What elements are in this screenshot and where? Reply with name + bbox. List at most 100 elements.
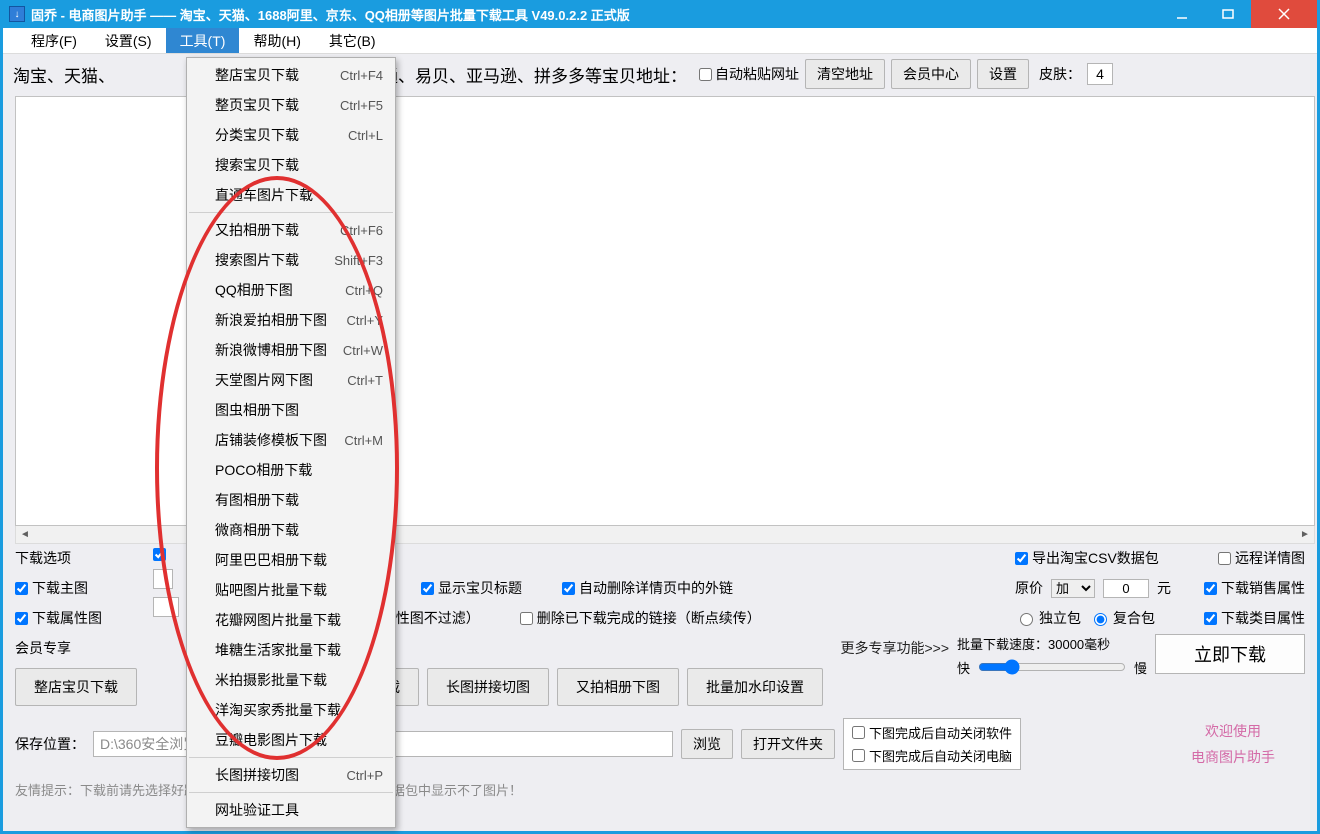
dropdown-item[interactable]: 微商相册下载 (187, 515, 395, 545)
dropdown-item[interactable]: QQ相册下图Ctrl+Q (187, 275, 395, 305)
dropdown-item[interactable]: 豆瓣电影图片下载 (187, 725, 395, 755)
download-sale-attr-checkbox[interactable]: 下载销售属性 (1204, 578, 1305, 598)
download-main-image-checkbox[interactable]: 下载主图 (15, 578, 145, 598)
dropdown-item[interactable]: 新浪微博相册下图Ctrl+W (187, 335, 395, 365)
whole-shop-download-button[interactable]: 整店宝贝下载 (15, 668, 137, 706)
dropdown-item[interactable]: 堆糖生活家批量下载 (187, 635, 395, 665)
dropdown-item-label: 米拍摄影批量下载 (215, 670, 327, 690)
dropdown-item-label: 整页宝贝下载 (215, 95, 299, 115)
dropdown-item[interactable]: 天堂图片网下图Ctrl+T (187, 365, 395, 395)
dropdown-item[interactable]: 店铺装修模板下图Ctrl+M (187, 425, 395, 455)
color-swatch-1[interactable] (153, 569, 173, 589)
dropdown-item-label: 搜索宝贝下载 (215, 155, 299, 175)
minimize-button[interactable] (1159, 0, 1205, 28)
dropdown-item-label: 长图拼接切图 (215, 765, 299, 785)
speed-label: 批量下载速度：30000毫秒 (957, 634, 1147, 653)
dropdown-item[interactable]: 搜索图片下载Shift+F3 (187, 245, 395, 275)
dropdown-item-shortcut: Ctrl+W (329, 343, 383, 358)
member-header: 会员专享 (15, 638, 71, 658)
more-member-link[interactable]: 更多专享功能>>> (840, 638, 949, 658)
youpai-album-button[interactable]: 又拍相册下图 (557, 668, 679, 706)
dropdown-separator (189, 757, 393, 758)
mini-input-1[interactable] (153, 597, 179, 617)
auto-close-panel: 下图完成后自动关闭软件 下图完成后自动关闭电脑 (843, 718, 1021, 770)
dropdown-item-label: 网址验证工具 (215, 800, 299, 820)
dropdown-item[interactable]: 直通车图片下载 (187, 180, 395, 210)
menu-program[interactable]: 程序(F) (17, 28, 91, 53)
dropdown-item[interactable]: 米拍摄影批量下载 (187, 665, 395, 695)
dropdown-item[interactable]: 又拍相册下载 Ctrl+F6 (187, 215, 395, 245)
dropdown-item[interactable]: 贴吧图片批量下载 (187, 575, 395, 605)
dropdown-item-shortcut: Ctrl+M (330, 433, 383, 448)
speed-slider[interactable] (978, 659, 1126, 675)
browse-button[interactable]: 浏览 (681, 729, 733, 759)
price-unit: 元 (1157, 578, 1171, 598)
toolbar-caption-left: 淘宝、天猫、 (13, 62, 115, 87)
dropdown-separator (189, 212, 393, 213)
auto-close-pc-checkbox[interactable]: 下图完成后自动关闭电脑 (852, 746, 1012, 765)
dropdown-item-shortcut: Ctrl+Y (333, 313, 383, 328)
dropdown-item[interactable]: 搜索宝贝下载 (187, 150, 395, 180)
window-controls (1159, 0, 1317, 28)
dropdown-item[interactable]: 整店宝贝下载Ctrl+F4 (187, 60, 395, 90)
dropdown-item-label: 堆糖生活家批量下载 (215, 640, 341, 660)
settings-button[interactable]: 设置 (977, 59, 1029, 89)
save-path-label: 保存位置： (15, 734, 85, 754)
clear-address-button[interactable]: 清空地址 (805, 59, 885, 89)
skin-input[interactable] (1087, 63, 1113, 85)
menu-help[interactable]: 帮助(H) (239, 28, 314, 53)
dropdown-item-label: 贴吧图片批量下载 (215, 580, 327, 600)
scroll-left-icon[interactable]: ◄ (16, 527, 34, 543)
download-attr-image-checkbox[interactable]: 下载属性图 (15, 608, 145, 628)
price-op-select[interactable]: 加 (1051, 579, 1095, 598)
dropdown-item-shortcut: Ctrl+P (333, 768, 383, 783)
dropdown-item[interactable]: 整页宝贝下载Ctrl+F5 (187, 90, 395, 120)
dropdown-item[interactable]: 阿里巴巴相册下载 (187, 545, 395, 575)
speed-slow-label: 慢 (1134, 658, 1147, 677)
download-cat-attr-checkbox[interactable]: 下载类目属性 (1204, 608, 1305, 628)
dropdown-item-label: 微商相册下载 (215, 520, 299, 540)
long-image-stitch-button[interactable]: 长图拼接切图 (427, 668, 549, 706)
menu-tools[interactable]: 工具(T) (166, 28, 240, 53)
dropdown-item[interactable]: 新浪爱拍相册下图 Ctrl+Y (187, 305, 395, 335)
dropdown-item[interactable]: POCO相册下载 (187, 455, 395, 485)
dropdown-item[interactable]: 洋淘买家秀批量下载 (187, 695, 395, 725)
auto-close-software-checkbox[interactable]: 下图完成后自动关闭软件 (852, 723, 1012, 742)
export-csv-checkbox[interactable]: 导出淘宝CSV数据包 (1015, 548, 1159, 568)
dropdown-item-label: 阿里巴巴相册下载 (215, 550, 327, 570)
download-now-button[interactable]: 立即下载 (1155, 634, 1305, 674)
dropdown-item[interactable]: 分类宝贝下载Ctrl+L (187, 120, 395, 150)
dropdown-item-shortcut: Ctrl+T (333, 373, 383, 388)
close-button[interactable] (1251, 0, 1317, 28)
dropdown-item[interactable]: 网址验证工具 (187, 795, 395, 825)
dropdown-item-shortcut: Ctrl+L (334, 128, 383, 143)
pack-single-radio[interactable]: 独立包 (1015, 608, 1081, 628)
pack-combo-radio[interactable]: 复合包 (1089, 608, 1155, 628)
toolbar-caption-right: 速卖通、易贝、亚马逊、拼多多等宝贝地址： (347, 62, 687, 87)
dropdown-item-label: 新浪爱拍相册下图 (215, 310, 327, 330)
menu-settings[interactable]: 设置(S) (91, 28, 166, 53)
remote-detail-checkbox[interactable]: 远程详情图 (1218, 548, 1305, 568)
delete-finished-links-checkbox[interactable]: 删除已下载完成的链接（断点续传） (520, 608, 761, 628)
scroll-right-icon[interactable]: ► (1296, 527, 1314, 543)
dropdown-item-label: 整店宝贝下载 (215, 65, 299, 85)
dropdown-item-label: 又拍相册下载 (215, 220, 299, 240)
price-value-input[interactable] (1103, 579, 1149, 598)
open-folder-button[interactable]: 打开文件夹 (741, 729, 835, 759)
member-center-button[interactable]: 会员中心 (891, 59, 971, 89)
dropdown-item-label: 豆瓣电影图片下载 (215, 730, 327, 750)
maximize-button[interactable] (1205, 0, 1251, 28)
auto-paste-checkbox[interactable]: 自动粘贴网址 (695, 64, 799, 84)
dropdown-item[interactable]: 图虫相册下图 (187, 395, 395, 425)
welcome-line1: 欢迎使用 (1205, 721, 1261, 741)
auto-paste-label: 自动粘贴网址 (715, 64, 799, 84)
dropdown-item[interactable]: 长图拼接切图 Ctrl+P (187, 760, 395, 790)
menu-other[interactable]: 其它(B) (315, 28, 390, 53)
auto-delete-links-checkbox[interactable]: 自动删除详情页中的外链 (562, 578, 733, 598)
dropdown-item[interactable]: 有图相册下载 (187, 485, 395, 515)
dropdown-item-shortcut: Ctrl+F6 (326, 223, 383, 238)
batch-watermark-button[interactable]: 批量加水印设置 (687, 668, 823, 706)
dropdown-item[interactable]: 花瓣网图片批量下载 (187, 605, 395, 635)
show-title-checkbox[interactable]: 显示宝贝标题 (421, 578, 522, 598)
titlebar: ↓ 固乔 - 电商图片助手 —— 淘宝、天猫、1688阿里、京东、QQ相册等图片… (3, 0, 1317, 28)
